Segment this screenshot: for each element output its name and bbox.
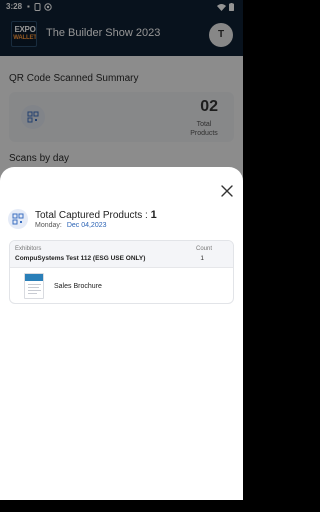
exhibitor-name: CompuSystems Test 112 (ESG USE ONLY) [15,255,146,262]
close-icon[interactable] [219,183,235,199]
exhibitor-row[interactable]: Exhibitors Count CompuSystems Test 112 (… [10,241,233,268]
qr-code-icon [8,209,28,229]
count-column-header: Count [195,246,212,252]
scan-date-row: Monday: Dec 04,2023 [35,222,107,229]
brochure-thumbnail [24,273,44,299]
captured-products-title: Total Captured Products : [35,210,151,221]
navigation-bar [0,500,243,512]
exhibitor-count: 1 [200,255,204,262]
product-row[interactable]: Sales Brochure [10,269,233,303]
captured-products-sheet: Total Captured Products : 1 Monday: Dec … [0,167,243,500]
captured-products-count: 1 [150,209,157,221]
scan-date: Dec 04,2023 [66,222,107,229]
product-name: Sales Brochure [54,283,102,290]
exhibitors-column-header: Exhibitors [15,246,42,252]
exhibitor-table: Exhibitors Count CompuSystems Test 112 (… [9,240,234,304]
scan-day: Monday: [35,222,62,229]
captured-products-heading: Total Captured Products : 1 [35,209,157,221]
